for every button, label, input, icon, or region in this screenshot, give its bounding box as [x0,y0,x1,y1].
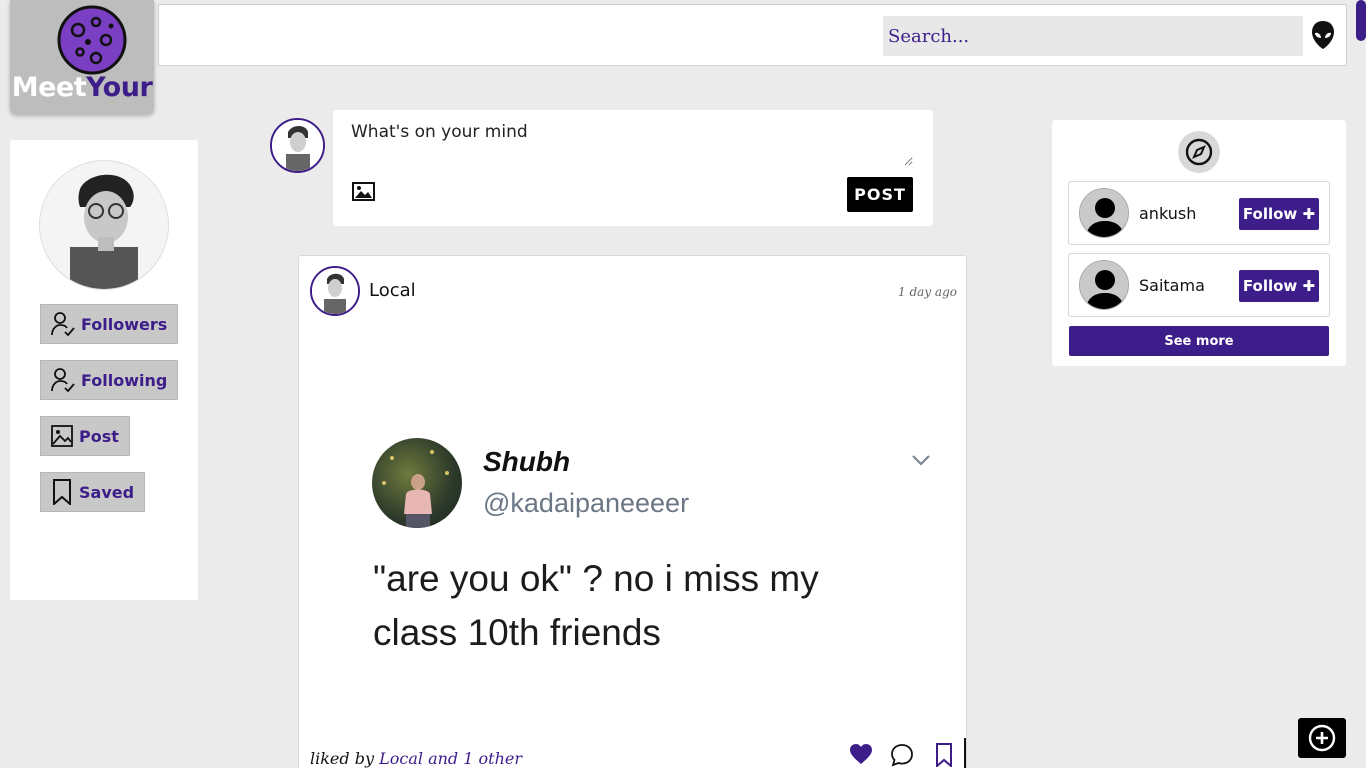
sidebar-item-following[interactable]: Following [40,360,179,400]
suggestion-item: ankush Follow ✚ [1068,181,1330,245]
follow-label: Follow [1242,277,1298,295]
tweet-text: "are you ok" ? no i miss my class 10th f… [373,558,819,653]
post-username[interactable]: Local [369,280,416,301]
sidebar-item-followers[interactable]: Followers [40,304,179,344]
create-post-button[interactable] [1298,718,1346,758]
post-button[interactable]: POST [847,177,913,212]
heart-icon[interactable] [849,743,873,765]
plus-icon: ✚ [1302,205,1316,223]
suggestion-name[interactable]: ankush [1139,204,1196,223]
post-text-input[interactable] [351,122,913,166]
alien-icon[interactable] [1311,20,1335,50]
plus-circle-icon [1308,724,1336,752]
user-check-icon [51,312,75,337]
tweet-name: Shubh [483,446,571,477]
post-card: Local 1 day ago Shubh @kadaipaneeeer "ar… [298,255,967,768]
avatar [272,120,323,171]
avatar[interactable] [1079,260,1129,310]
image-icon[interactable] [352,182,375,201]
follow-button[interactable]: Follow ✚ [1239,270,1319,302]
profile-avatar[interactable] [39,160,169,290]
bookmark-icon [53,479,71,505]
brand-logo[interactable]: MeetYour [10,0,154,114]
liked-by-link[interactable]: Local and 1 other [379,749,522,768]
scrollbar-thumb[interactable] [1356,0,1366,41]
image-icon [51,425,73,447]
follow-label: Follow [1242,205,1298,223]
composer-avatar [270,118,325,173]
brand-name: MeetYour [10,72,154,103]
sidebar-item-label: Following [81,370,168,390]
plus-icon: ✚ [1302,277,1316,295]
brand-word-2: Your [86,72,153,103]
user-check-icon [51,368,75,393]
comment-icon[interactable] [890,743,914,767]
avatar[interactable] [310,266,360,316]
follow-button[interactable]: Follow ✚ [1239,198,1319,230]
sidebar-item-label: Post [79,426,119,446]
avatar-image [312,268,358,314]
suggestion-name[interactable]: Saitama [1139,276,1205,295]
user-silhouette-icon [1080,261,1128,309]
sidebar-item-label: Followers [81,314,168,334]
chevron-down-icon [912,455,930,466]
compass-icon[interactable] [1178,131,1220,173]
liked-prefix: liked by [310,749,375,768]
divider [964,738,966,768]
planet-icon [57,5,127,75]
sidebar-item-label: Saved [79,482,135,502]
sidebar-item-saved[interactable]: Saved [40,472,146,512]
post-composer: POST [333,110,933,226]
profile-sidebar: Followers Following Post Saved [10,140,198,600]
tweet-avatar-image [382,450,449,528]
tweet-avatar [372,438,462,528]
suggestion-item: Saitama Follow ✚ [1068,253,1330,317]
likes-summary: liked by Local and 1 other [310,749,522,768]
profile-photo [40,161,168,289]
avatar[interactable] [1079,188,1129,238]
see-more-button[interactable]: See more [1069,326,1329,356]
suggestions-panel: ankush Follow ✚ Saitama Follow ✚ See mor… [1052,120,1346,366]
bookmark-icon[interactable] [934,743,954,767]
brand-word-1: Meet [11,72,87,103]
top-bar [158,4,1347,66]
post-image: Shubh @kadaipaneeeer "are you ok" ? no i… [299,336,966,736]
tweet-handle: @kadaipaneeeer [483,488,690,518]
user-silhouette-icon [1080,189,1128,237]
sidebar-item-post[interactable]: Post [40,416,130,456]
search-input[interactable] [883,16,1303,56]
compass-glyph [1185,138,1213,166]
post-timestamp: 1 day ago [898,285,957,299]
